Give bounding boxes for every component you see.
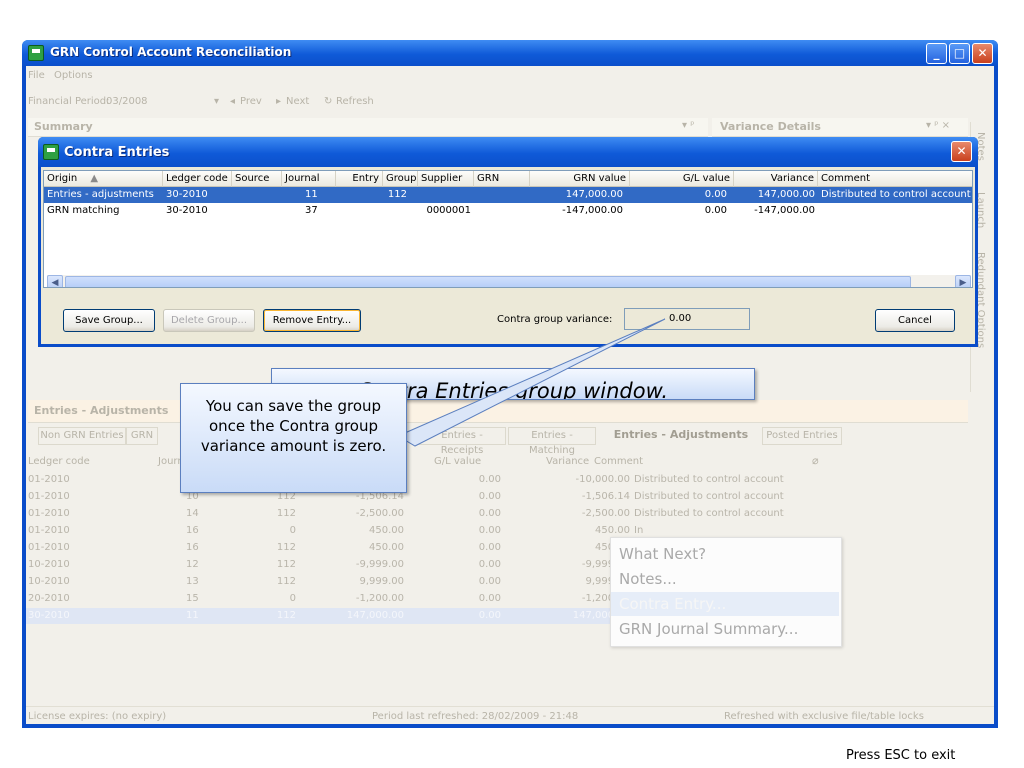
menu-item-grn-journal-summary[interactable]: GRN Journal Summary...	[611, 617, 839, 641]
tip-callout: You can save the group once the Contra g…	[180, 383, 407, 493]
context-menu: What Next? Notes... Contra Entry... GRN …	[610, 537, 842, 647]
tip-callout-text: You can save the group once the Contra g…	[200, 397, 387, 455]
callout-pointer-shape	[396, 318, 666, 447]
esc-hint: Press ESC to exit	[846, 748, 956, 763]
menu-item-contra-entry[interactable]: Contra Entry...	[611, 592, 839, 616]
callout-pointer	[396, 318, 666, 447]
menu-item-what-next[interactable]: What Next?	[611, 542, 839, 566]
menu-item-notes[interactable]: Notes...	[611, 567, 839, 591]
